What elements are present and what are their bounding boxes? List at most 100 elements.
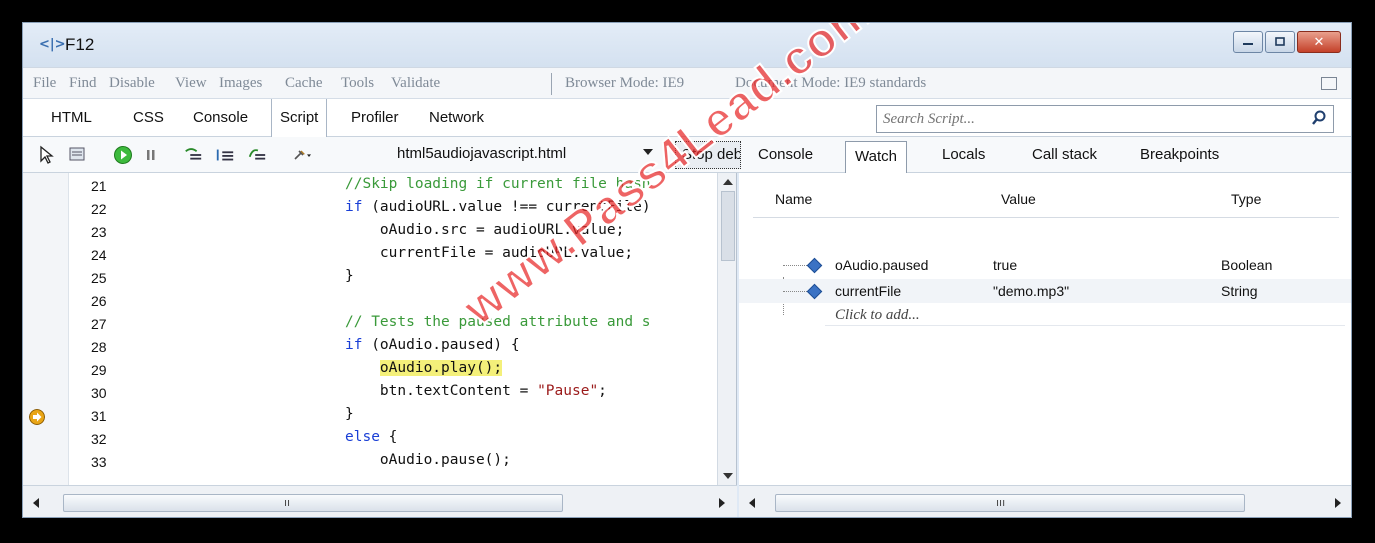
tab-right-call-stack[interactable]: Call stack: [1023, 137, 1106, 173]
line-number: 32: [91, 431, 107, 447]
menu-browser-mode[interactable]: Browser Mode: IE9: [565, 75, 684, 92]
search-icon[interactable]: [1311, 110, 1327, 126]
close-icon: ✕: [1313, 34, 1325, 50]
scroll-left-icon[interactable]: [33, 498, 39, 508]
line-number: 24: [91, 247, 107, 263]
watch-horizontal-scrollbar[interactable]: ııı: [739, 485, 1351, 517]
row-divider: [825, 325, 1345, 326]
minimize-icon: [1243, 43, 1253, 45]
tab-right-breakpoints[interactable]: Breakpoints: [1131, 137, 1228, 173]
devtools-window: <|> F12 ✕ File Find Disable View Images …: [22, 22, 1352, 518]
line-number: 23: [91, 224, 107, 240]
grip-icon: ıı: [284, 496, 291, 509]
line-number: 22: [91, 201, 107, 217]
unpin-icon[interactable]: [1321, 77, 1337, 90]
continue-icon[interactable]: [113, 145, 133, 165]
search-input[interactable]: [877, 106, 1297, 132]
select-element-icon[interactable]: [37, 145, 57, 165]
column-header-name[interactable]: Name: [775, 191, 812, 207]
scroll-down-icon[interactable]: [723, 473, 733, 479]
debugger-options-icon[interactable]: [293, 145, 313, 165]
code-line: currentFile = audioURL.value;: [345, 245, 634, 261]
watch-type: Boolean: [1221, 257, 1273, 273]
property-icon: [806, 283, 823, 300]
code-line: //Skip loading if current file hasn: [345, 176, 651, 192]
restore-icon: [1275, 37, 1285, 46]
scroll-thumb[interactable]: ıı: [63, 494, 563, 512]
add-watch-input[interactable]: Click to add...: [835, 307, 920, 324]
watch-value[interactable]: true: [993, 257, 1017, 273]
code-line: }: [345, 406, 354, 422]
property-icon: [806, 257, 823, 274]
clear-browser-icon[interactable]: [67, 145, 87, 165]
close-button[interactable]: ✕: [1297, 31, 1341, 53]
scroll-thumb[interactable]: [721, 191, 735, 261]
menu-separator: [551, 73, 552, 95]
break-all-icon[interactable]: [141, 145, 161, 165]
menu-cache[interactable]: Cache: [285, 75, 322, 92]
code-line: if (audioURL.value !== currentFile): [345, 199, 651, 215]
tab-profiler[interactable]: Profiler: [343, 99, 407, 137]
tab-script[interactable]: Script: [271, 99, 328, 137]
watch-name: currentFile: [835, 283, 902, 299]
step-over-icon[interactable]: [215, 145, 235, 165]
menu-view[interactable]: View: [175, 75, 207, 92]
menu-find[interactable]: Find: [69, 75, 97, 92]
script-file-select[interactable]: html5audiojavascript.html: [397, 145, 566, 162]
code-horizontal-scrollbar[interactable]: ıı: [23, 485, 737, 517]
code-editor[interactable]: 21 22 23 24 25 26 27 28 29 30 31 32 33 /…: [23, 173, 737, 485]
code-line: btn.textContent = "Pause";: [345, 383, 607, 399]
code-line: }: [345, 268, 354, 284]
scroll-right-icon[interactable]: [719, 498, 725, 508]
code-line: oAudio.src = audioURL.value;: [345, 222, 625, 238]
tab-right-locals[interactable]: Locals: [933, 137, 994, 173]
menu-tools[interactable]: Tools: [341, 75, 374, 92]
code-line-current: oAudio.play();: [379, 360, 503, 376]
chevron-down-icon[interactable]: [643, 149, 653, 155]
menu-document-mode[interactable]: Document Mode: IE9 standards: [735, 75, 926, 92]
window-controls: ✕: [1233, 31, 1341, 53]
title-bar: <|> F12 ✕: [23, 23, 1351, 67]
line-number: 26: [91, 293, 107, 309]
minimize-button[interactable]: [1233, 31, 1263, 53]
code-line: oAudio.pause();: [345, 452, 511, 468]
stop-debugging-button[interactable]: Stop debugging: [675, 141, 741, 169]
code-line: // Tests the paused attribute and s: [345, 314, 651, 330]
code-vertical-scrollbar[interactable]: [717, 173, 736, 485]
step-out-icon[interactable]: [247, 145, 267, 165]
scroll-up-icon[interactable]: [723, 179, 733, 185]
menu-disable[interactable]: Disable: [109, 75, 155, 92]
tab-css[interactable]: CSS: [125, 99, 172, 137]
restore-button[interactable]: [1265, 31, 1295, 53]
tab-network[interactable]: Network: [421, 99, 492, 137]
watch-row[interactable]: oAudio.paused true Boolean: [739, 253, 1351, 277]
breakpoint-gutter[interactable]: [23, 173, 69, 485]
scroll-left-icon[interactable]: [749, 498, 755, 508]
line-numbers: 21 22 23 24 25 26 27 28 29 30 31 32 33: [69, 173, 129, 485]
line-number: 25: [91, 270, 107, 286]
tab-right-console[interactable]: Console: [749, 137, 822, 173]
scroll-right-icon[interactable]: [1335, 498, 1341, 508]
code-line: if (oAudio.paused) {: [345, 337, 520, 353]
tab-row: HTML CSS Console Script Profiler Network: [23, 99, 1351, 137]
menu-images[interactable]: Images: [219, 75, 262, 92]
line-number: 27: [91, 316, 107, 332]
tree-branch: [783, 265, 807, 266]
menu-file[interactable]: File: [33, 75, 56, 92]
watch-name: oAudio.paused: [835, 257, 929, 273]
column-header-type[interactable]: Type: [1231, 191, 1261, 207]
watch-row[interactable]: currentFile "demo.mp3" String: [739, 279, 1351, 303]
menu-validate[interactable]: Validate: [391, 75, 440, 92]
line-number: 33: [91, 454, 107, 470]
scroll-thumb[interactable]: ııı: [775, 494, 1245, 512]
line-number: 30: [91, 385, 107, 401]
tab-right-watch[interactable]: Watch: [845, 141, 907, 173]
tab-console[interactable]: Console: [185, 99, 256, 137]
watch-value[interactable]: "demo.mp3": [993, 283, 1069, 299]
line-number: 21: [91, 178, 107, 194]
screenshot-frame: <|> F12 ✕ File Find Disable View Images …: [0, 0, 1375, 543]
window-title: F12: [65, 35, 95, 54]
column-header-value[interactable]: Value: [1001, 191, 1036, 207]
step-into-icon[interactable]: [183, 145, 203, 165]
tab-html[interactable]: HTML: [43, 99, 100, 137]
